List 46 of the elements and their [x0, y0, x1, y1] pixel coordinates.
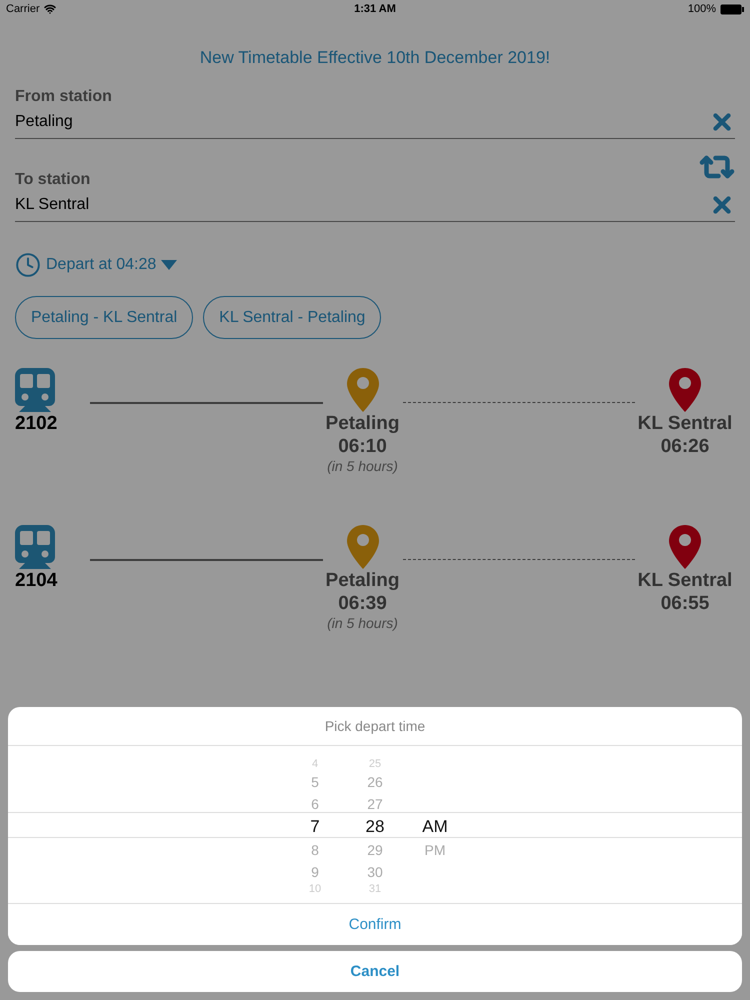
field-label: To station — [15, 171, 92, 189]
train-number: 2102 — [15, 412, 58, 435]
train-icon — [15, 525, 55, 569]
field-label: From station — [15, 88, 113, 106]
origin-time: 06:10 — [338, 435, 387, 458]
picker-option[interactable]: 29 — [367, 839, 383, 861]
origin-station: Petaling — [326, 569, 400, 592]
depart-time-button[interactable]: Depart at 04:28 — [15, 252, 178, 278]
route-button[interactable]: KL Sentral - Petaling — [203, 296, 382, 339]
map-pin-icon — [346, 368, 378, 412]
picker-option[interactable]: AM — [422, 815, 448, 839]
carrier-label: Carrier — [6, 3, 40, 15]
route-button[interactable]: Petaling - KL Sentral — [15, 296, 194, 339]
destination-station: KL Sentral — [638, 412, 732, 435]
map-pin-icon — [669, 368, 701, 412]
destination-time: 06:26 — [660, 435, 710, 458]
train-icon — [15, 368, 55, 412]
origin-station: Petaling — [326, 412, 400, 435]
train-number: 2104 — [15, 569, 58, 592]
clock-time: 1:31 AM — [354, 3, 396, 15]
picker-option[interactable]: 6 — [311, 793, 319, 815]
from-station-field[interactable]: Petaling — [15, 106, 735, 139]
battery-icon — [720, 4, 744, 14]
battery-percent: 100% — [688, 3, 716, 15]
picker-option[interactable]: 9 — [311, 861, 319, 883]
picker-option[interactable]: PM — [424, 839, 446, 861]
picker-option[interactable]: 5 — [311, 771, 319, 793]
destination-time: 06:55 — [660, 592, 710, 615]
wifi-icon — [44, 3, 56, 15]
picker-option[interactable]: 30 — [367, 861, 383, 883]
picker-option[interactable]: 7 — [310, 815, 320, 839]
origin-time: 06:39 — [338, 592, 387, 615]
picker-option[interactable]: 8 — [311, 839, 319, 861]
timetable-notice: New Timetable Effective 10th December 2019! — [198, 48, 552, 68]
map-pin-icon — [669, 525, 701, 569]
clock-icon — [15, 252, 41, 278]
sheet-title: Pick depart time — [8, 707, 742, 746]
picker-option[interactable]: 26 — [367, 771, 383, 793]
map-pin-icon — [346, 525, 378, 569]
caret-icon — [161, 260, 178, 270]
destination-station: KL Sentral — [638, 569, 732, 592]
picker-option[interactable]: 27 — [367, 793, 383, 815]
picker-option[interactable]: 28 — [366, 815, 384, 839]
relative-time: (in 5 hours) — [327, 615, 398, 631]
to-station-field[interactable]: KL Sentral — [15, 189, 735, 222]
relative-time: (in 5 hours) — [327, 458, 398, 474]
